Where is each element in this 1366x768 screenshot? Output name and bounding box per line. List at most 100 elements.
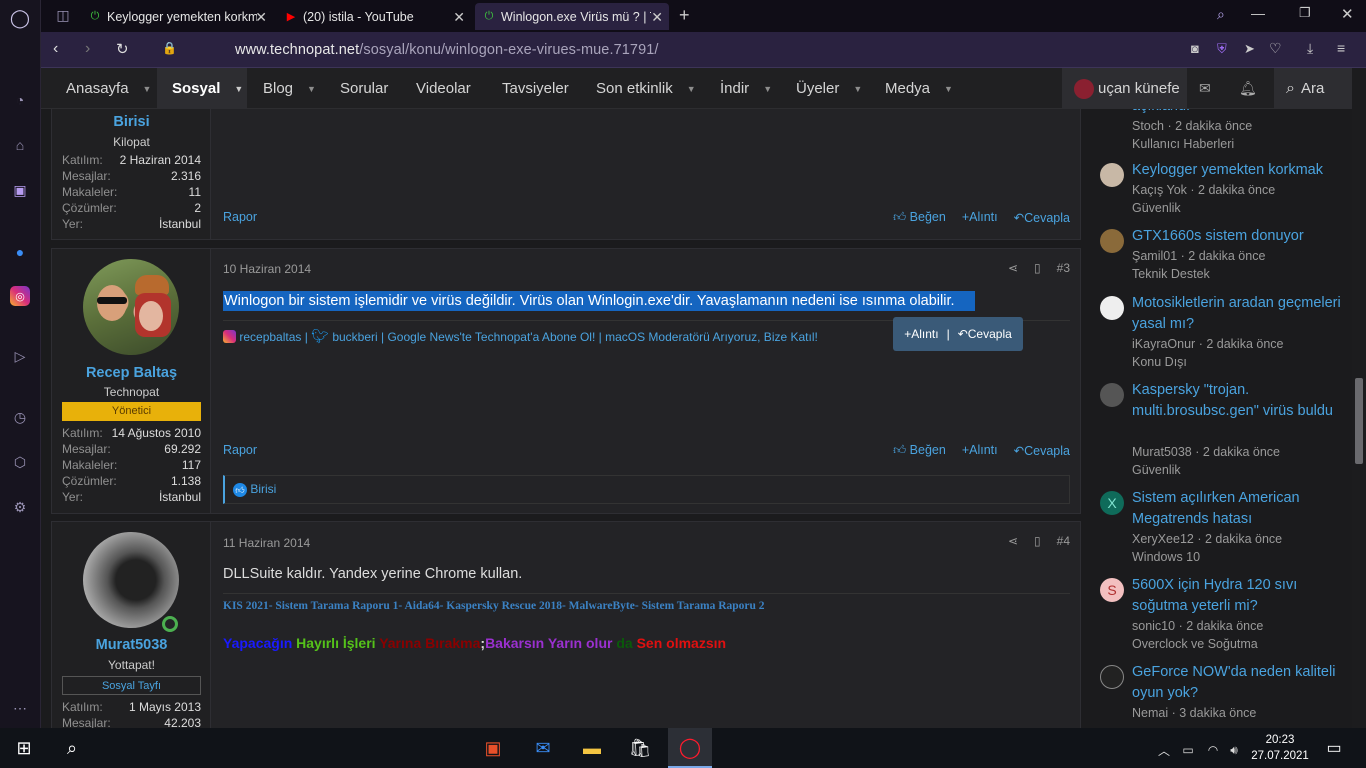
chevron-down-icon[interactable]: ▼ — [143, 84, 152, 94]
battery-icon[interactable]: ▭ — [1176, 738, 1200, 762]
workspace-icon[interactable]: ◫ — [53, 5, 73, 25]
bookmark-icon[interactable]: ▯ — [1034, 534, 1041, 548]
meta-user[interactable]: iKayraOnur — [1132, 337, 1195, 351]
page-scrollbar[interactable] — [1352, 68, 1366, 728]
list-item[interactable]: Kaspersky "trojan. multi.brosubsc.gen" v… — [1100, 380, 1340, 480]
thread-title[interactable]: Kaspersky "trojan. multi.brosubsc.gen" v… — [1132, 380, 1342, 422]
like-button[interactable]: 👍︎ Beğen — [893, 443, 946, 458]
inbox-icon[interactable]: ✉ — [1199, 68, 1211, 109]
meta-user[interactable]: Kaçış Yok — [1132, 183, 1187, 197]
opera-taskbar-icon[interactable]: ◯ — [668, 728, 712, 768]
quote-button[interactable]: +Alıntı — [962, 210, 998, 225]
post-username[interactable]: Murat5038 — [52, 637, 211, 653]
search-button[interactable]: ⌕ Ara — [1274, 68, 1352, 109]
reply-button[interactable]: ↶Cevapla — [1014, 443, 1070, 458]
meta-user[interactable]: Stoch — [1132, 119, 1164, 133]
meta-user[interactable]: sonic10 — [1132, 619, 1175, 633]
thread-title[interactable]: açıklandı — [1132, 109, 1342, 117]
chevron-down-icon[interactable]: ▼ — [307, 84, 316, 94]
signature-links[interactable]: Google News'te Technopat'a Abone Ol! | m… — [387, 330, 817, 344]
nav-son-etkinlik[interactable]: Son etkinlik ▼ — [596, 68, 696, 109]
nav-medya[interactable]: Medya ▼ — [885, 68, 953, 109]
quote-button[interactable]: +Alıntı — [962, 443, 998, 458]
heart-icon[interactable]: ♡ — [1269, 40, 1282, 57]
url-field[interactable]: www.technopat.net/sosyal/konu/winlogon-e… — [235, 42, 659, 58]
thread-title[interactable]: GeForce NOW'da neden kaliteli oyun yok? — [1132, 662, 1342, 704]
speed-dial-icon[interactable]: ◔ — [10, 90, 30, 110]
settings-gear-icon[interactable]: ⚙ — [10, 497, 30, 517]
tab-winlogon[interactable]: ⏻ Winlogon.exe Virüs mü ? | T ✕ — [475, 3, 669, 30]
signature-line[interactable]: KIS 2021- Sistem Tarama Raporu 1- Aida64… — [223, 600, 765, 612]
post-number[interactable]: #3 — [1057, 261, 1070, 275]
list-item[interactable]: GeForce NOW'da neden kaliteli oyun yok? … — [1100, 662, 1340, 728]
nav-anasayfa[interactable]: Anasayfa ▼ — [66, 68, 151, 109]
send-icon[interactable]: ➤ — [1244, 41, 1255, 57]
post-username[interactable]: Recep Baltaş — [52, 365, 211, 381]
thread-forum[interactable]: Konu Dışı — [1132, 353, 1187, 371]
tab-youtube[interactable]: ▶ (20) istila - YouTube ✕ — [277, 3, 471, 30]
twitter-link[interactable]: buckberi — [332, 330, 377, 344]
close-tab-icon[interactable]: ✕ — [651, 9, 663, 26]
search-tabs-icon[interactable]: ⌕ — [1217, 6, 1225, 23]
nav-indir[interactable]: İndir ▼ — [720, 68, 772, 109]
chevron-up-icon[interactable]: ︿ — [1152, 738, 1176, 762]
back-icon[interactable]: ‹ — [53, 40, 58, 58]
minimize-icon[interactable]: — — [1251, 5, 1265, 21]
list-item[interactable]: Motosikletlerin aradan geçmeleri yasal m… — [1100, 293, 1341, 373]
more-icon[interactable]: ⋯ — [10, 698, 30, 718]
avatar[interactable] — [1100, 296, 1124, 320]
list-item[interactable]: S 5600X için Hydra 120 sıvı soğutma yete… — [1100, 575, 1340, 655]
post-date[interactable]: 11 Haziran 2014 — [223, 536, 310, 550]
meta-user[interactable]: XeryXee12 — [1132, 532, 1194, 546]
nav-sorular[interactable]: Sorular — [340, 68, 388, 109]
tab-keylogger[interactable]: ⏻ Keylogger yemekten korkm ✕ — [81, 3, 273, 30]
like-button[interactable]: 👍︎ Beğen — [893, 210, 946, 225]
player-icon[interactable]: ▷ — [10, 346, 30, 366]
instagram-icon[interactable]: ◎ — [10, 286, 30, 306]
close-tab-icon[interactable]: ✕ — [453, 9, 465, 26]
menu-icon[interactable]: ≡ — [1337, 40, 1345, 56]
report-link[interactable]: Rapor — [223, 443, 257, 457]
avatar[interactable] — [1100, 229, 1124, 253]
vpn-shield-icon[interactable]: ⛨ — [1217, 41, 1227, 57]
cube-icon[interactable]: ⬡ — [10, 452, 30, 472]
avatar[interactable] — [1100, 665, 1124, 689]
twitch-icon[interactable]: ▣ — [10, 180, 30, 200]
list-item[interactable]: X Sistem açılırken American Megatrends h… — [1100, 488, 1340, 568]
forward-icon[interactable]: › — [85, 40, 90, 58]
meta-user[interactable]: Şamil01 — [1132, 249, 1177, 263]
reload-icon[interactable]: ↻ — [116, 40, 129, 58]
bell-icon[interactable]: 🔔︎ — [1239, 68, 1257, 109]
mail-icon[interactable]: ✉ — [531, 736, 555, 760]
chevron-down-icon[interactable]: ▼ — [763, 84, 772, 94]
thread-title[interactable]: 5600X için Hydra 120 sıvı soğutma yeterl… — [1132, 575, 1342, 617]
shopping-icon[interactable]: ⌂ — [10, 135, 30, 155]
close-window-icon[interactable]: ✕ — [1341, 5, 1354, 23]
avatar[interactable]: S — [1100, 578, 1124, 602]
messenger-icon[interactable]: ● — [10, 242, 30, 262]
windows-start-icon[interactable]: ⊞ — [12, 736, 36, 760]
user-menu[interactable]: uçan künefe — [1062, 68, 1187, 109]
share-icon[interactable]: ⋖ — [1008, 534, 1018, 548]
bookmark-icon[interactable]: ▯ — [1034, 261, 1041, 275]
thread-forum[interactable]: Kullanıcı Haberleri — [1132, 135, 1234, 153]
nav-sosyal[interactable]: Sosyal ▼ — [157, 68, 247, 109]
chevron-down-icon[interactable]: ▼ — [853, 84, 862, 94]
thread-title[interactable]: Sistem açılırken American Megatrends hat… — [1132, 488, 1342, 530]
thread-forum[interactable]: Overclock ve Soğutma — [1132, 635, 1258, 653]
meta-user[interactable]: Murat5038 — [1132, 445, 1192, 459]
scrollbar-thumb[interactable] — [1355, 378, 1363, 464]
avatar[interactable]: X — [1100, 491, 1124, 515]
office-icon[interactable]: ▣ — [481, 736, 505, 760]
chevron-down-icon[interactable]: ▼ — [234, 84, 243, 94]
instagram-link[interactable]: recepbaltas — [239, 330, 301, 344]
volume-icon[interactable]: 🔊︎ — [1222, 738, 1246, 762]
download-icon[interactable]: ⤓ — [1307, 40, 1313, 57]
store-icon[interactable]: 🛍︎ — [628, 736, 652, 760]
thread-title[interactable]: GTX1660s sistem donuyor — [1132, 226, 1342, 247]
file-explorer-icon[interactable]: ▬ — [580, 736, 604, 760]
thread-forum[interactable]: Güvenlik — [1132, 461, 1181, 479]
clock[interactable]: 20:23 27.07.2021 — [1250, 732, 1310, 764]
post-username[interactable]: Birisi — [52, 114, 211, 130]
meta-user[interactable]: Nemai — [1132, 706, 1168, 720]
